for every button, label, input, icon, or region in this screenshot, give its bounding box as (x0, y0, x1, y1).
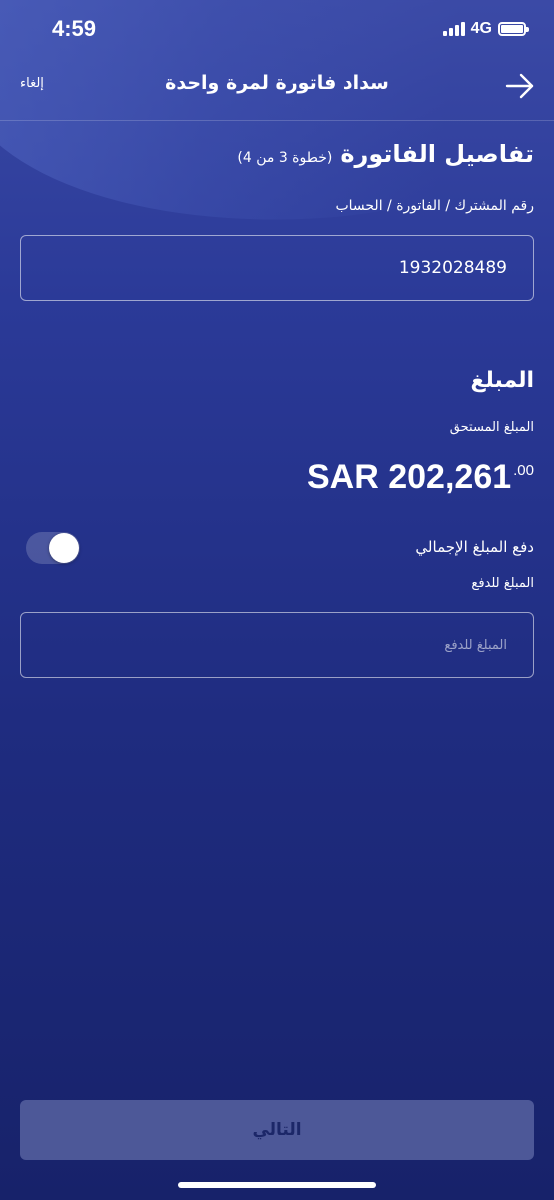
next-button[interactable]: التالي (20, 1100, 534, 1160)
nav-divider (0, 120, 554, 121)
network-label: 4G (470, 20, 492, 37)
battery-icon (498, 22, 529, 36)
amount-due-main: SAR 202,261 (307, 458, 512, 496)
step-indicator: (خطوة 3 من 4) (237, 150, 333, 166)
pay-full-label: دفع المبلغ الإجمالي (415, 538, 534, 556)
amount-due-label: المبلغ المستحق (449, 420, 534, 435)
amount-due-value: SAR 202,261 .00 (307, 458, 534, 497)
pay-amount-placeholder: المبلغ للدفع (444, 637, 507, 653)
page-title: سداد فاتورة لمرة واحدة (165, 72, 389, 94)
home-indicator (178, 1182, 376, 1188)
arrow-right-icon[interactable] (504, 72, 536, 100)
bill-details-title: تفاصيل الفاتورة (340, 140, 534, 168)
bill-details-header: تفاصيل الفاتورة (خطوة 3 من 4) (237, 140, 534, 168)
status-indicators: 4G (442, 20, 529, 38)
account-number-input[interactable]: 1932028489 (20, 235, 534, 301)
status-time: 4:59 (52, 16, 97, 41)
toggle-knob (49, 533, 79, 563)
amount-title: المبلغ (470, 368, 534, 393)
pay-amount-label: المبلغ للدفع (471, 576, 534, 591)
account-label: رقم المشترك / الفاتورة / الحساب (335, 198, 534, 214)
account-number-value: 1932028489 (398, 258, 507, 278)
amount-due-cents: .00 (513, 462, 534, 479)
pay-full-toggle[interactable] (26, 532, 80, 564)
signal-icon (442, 22, 465, 36)
pay-amount-input[interactable]: المبلغ للدفع (20, 612, 534, 678)
